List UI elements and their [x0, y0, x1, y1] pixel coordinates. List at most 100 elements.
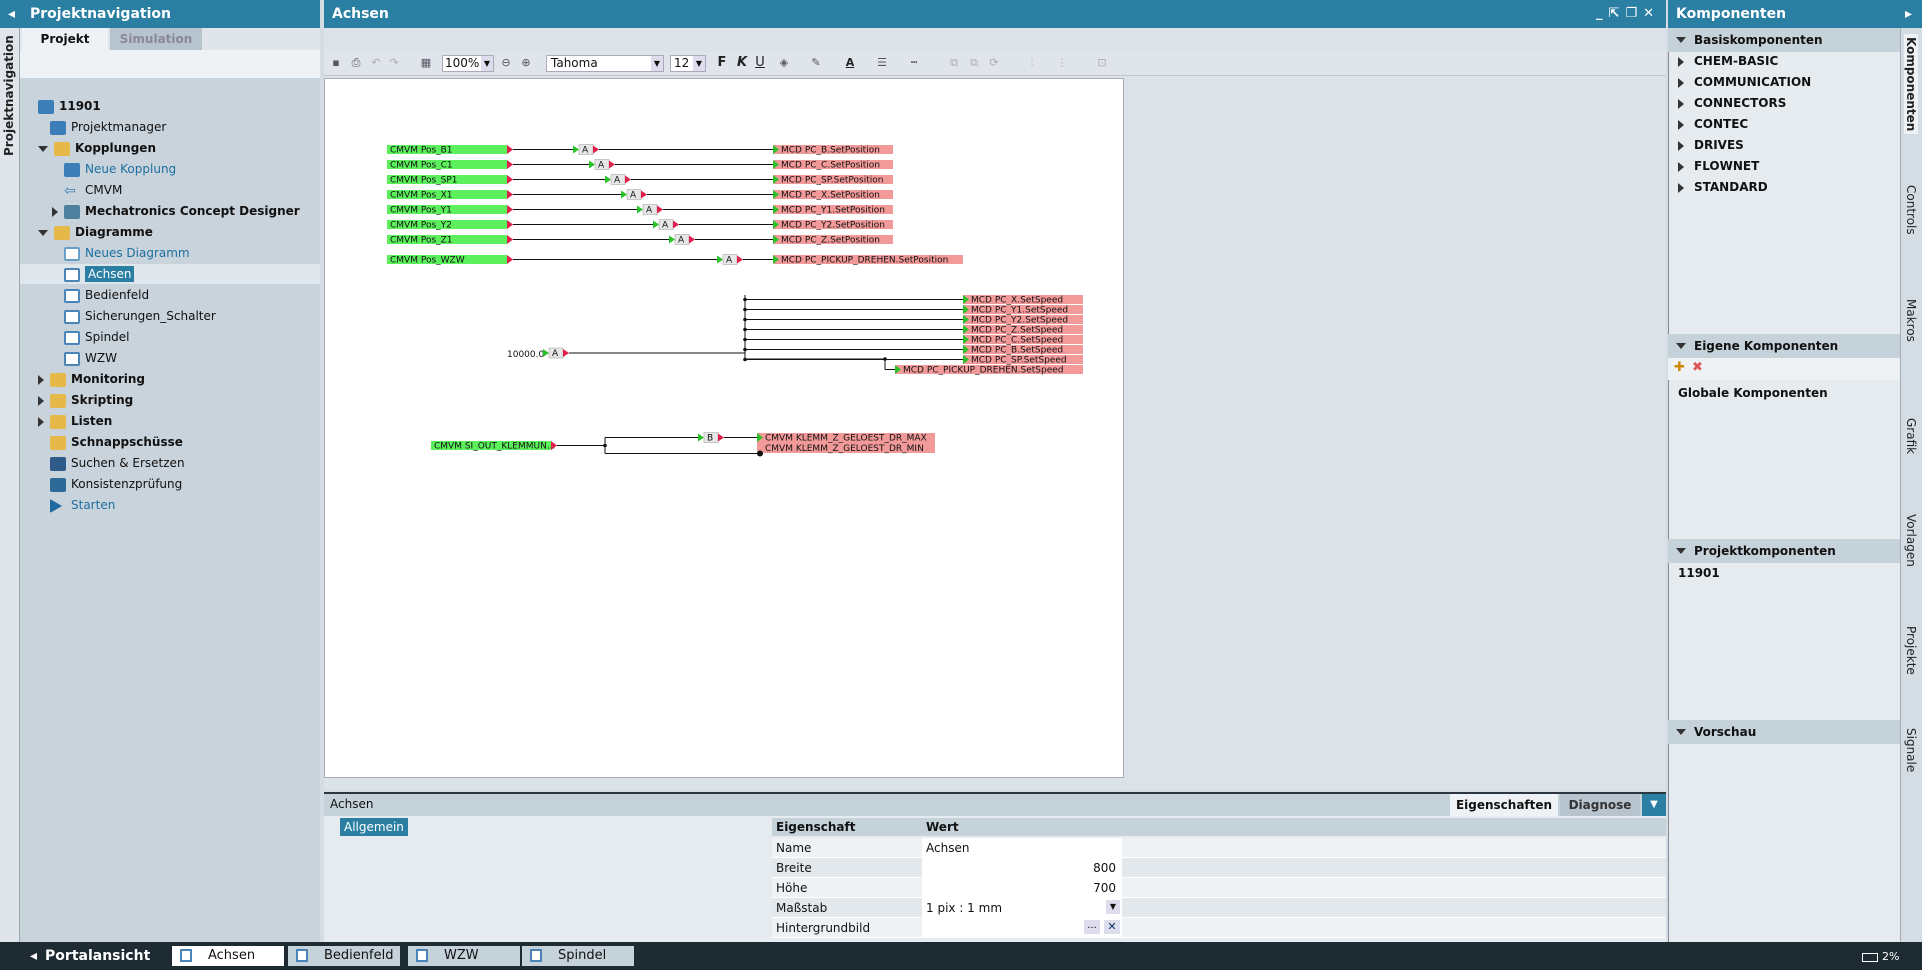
section-eigene-komponenten[interactable]: Eigene Komponenten — [1668, 334, 1900, 358]
tree-item[interactable]: Spindel — [20, 327, 320, 347]
font-dropdown-icon[interactable]: ▼ — [651, 56, 663, 71]
vtab-vorlagen[interactable]: Vorlagen — [1904, 490, 1918, 590]
collapsed-arrow-icon[interactable] — [38, 374, 44, 385]
vtab-grafik[interactable]: Grafik — [1904, 386, 1918, 486]
font-size-select[interactable]: 12 ▼ — [670, 55, 706, 72]
fill-color-icon[interactable]: ◈ — [776, 54, 792, 72]
collapse-right-icon[interactable]: ▸ — [1905, 0, 1912, 28]
taskbar-tab-spindel[interactable]: Spindel — [522, 946, 634, 966]
property-value-cell[interactable]: Achsen — [922, 838, 1122, 857]
vtab-signale[interactable]: Signale — [1904, 700, 1918, 800]
vtab-projekte[interactable]: Projekte — [1904, 600, 1918, 700]
tree-item[interactable]: WZW — [20, 348, 320, 368]
tree-item[interactable]: Bedienfeld — [20, 285, 320, 305]
bold-button[interactable]: F — [714, 54, 730, 72]
vtab-controls[interactable]: Controls — [1904, 160, 1918, 260]
tree-item[interactable]: Achsen — [20, 264, 320, 284]
portal-button[interactable]: ◂ Portalansicht — [30, 946, 150, 966]
zoom-dropdown-icon[interactable]: ▼ — [481, 56, 493, 71]
line-color-icon[interactable]: ✎ — [808, 54, 824, 72]
tab-projekt[interactable]: Projekt — [22, 28, 108, 50]
close-icon[interactable]: ✕ — [1643, 6, 1660, 21]
tree-item[interactable]: Mechatronics Concept Designer — [20, 201, 320, 221]
rotate-icon[interactable]: ⟳ — [986, 54, 1002, 72]
property-row[interactable]: Maßstab 1 pix : 1 mm ▼ — [772, 898, 1666, 918]
tree-item[interactable]: 11901 — [20, 96, 320, 116]
font-select[interactable]: Tahoma ▼ — [546, 55, 664, 72]
tree-item[interactable]: Kopplungen — [20, 138, 320, 158]
add-component-icon[interactable]: ✚ — [1674, 360, 1685, 375]
allgemein-button[interactable]: Allgemein — [340, 818, 408, 836]
zoom-in-icon[interactable]: ⊕ — [518, 54, 534, 72]
expanded-arrow-icon[interactable] — [38, 229, 48, 236]
minimize-icon[interactable]: _ — [1596, 6, 1609, 21]
basis-component-item[interactable]: FLOWNET — [1678, 156, 1759, 176]
tree-item[interactable]: Monitoring — [20, 369, 320, 389]
projekt-item[interactable]: 11901 — [1678, 563, 1720, 583]
property-row[interactable]: Hintergrundbild... ✕ — [772, 918, 1666, 938]
tab-simulation[interactable]: Simulation — [110, 28, 202, 50]
section-basiskomponenten[interactable]: Basiskomponenten — [1668, 28, 1900, 52]
tree-item[interactable]: Starten — [20, 495, 320, 515]
group-icon[interactable]: ⧉ — [946, 54, 962, 72]
property-row[interactable]: Name Achsen — [772, 838, 1666, 858]
align-icon[interactable]: ⫶ — [1024, 54, 1040, 72]
section-projektkomponenten[interactable]: Projektkomponenten — [1668, 539, 1900, 563]
tree-item[interactable]: Schnappschüsse — [20, 432, 320, 452]
taskbar-tab-bedienfeld[interactable]: Bedienfeld — [288, 946, 400, 966]
basis-component-item[interactable]: COMMUNICATION — [1678, 72, 1811, 92]
collapsed-arrow-icon[interactable] — [38, 395, 44, 406]
grid-icon[interactable]: ▦ — [418, 54, 434, 72]
tree-item[interactable]: Projektmanager — [20, 117, 320, 137]
basis-component-item[interactable]: CONTEC — [1678, 114, 1748, 134]
browse-button[interactable]: ... — [1084, 920, 1100, 934]
tree-item[interactable]: Diagramme — [20, 222, 320, 242]
tree-item[interactable]: Konsistenzprüfung — [20, 474, 320, 494]
basis-component-item[interactable]: DRIVES — [1678, 135, 1744, 155]
vtab-makros[interactable]: Makros — [1904, 270, 1918, 370]
property-value-cell[interactable]: 700 — [922, 878, 1122, 897]
italic-button[interactable]: K — [734, 54, 750, 72]
clear-icon[interactable]: ✕ — [1104, 920, 1120, 934]
tree-item[interactable]: Listen — [20, 411, 320, 431]
tab-eigenschaften[interactable]: Eigenschaften — [1450, 794, 1558, 816]
tree-item[interactable]: Skripting — [20, 390, 320, 410]
font-size-dropdown-icon[interactable]: ▼ — [693, 56, 705, 71]
line-width-icon[interactable]: ☰ — [874, 54, 890, 72]
undo-icon[interactable]: ↶ — [368, 54, 384, 72]
basis-component-item[interactable]: CONNECTORS — [1678, 93, 1786, 113]
collapse-left-icon[interactable]: ◂ — [8, 0, 15, 28]
tab-diagnose[interactable]: Diagnose — [1560, 794, 1640, 816]
taskbar-tab-achsen[interactable]: Achsen — [172, 946, 284, 966]
restore-icon[interactable]: ❐ — [1625, 6, 1643, 21]
tree-item[interactable]: ⇦ CMVM — [20, 180, 320, 200]
collapse-properties-icon[interactable]: ▼ — [1642, 794, 1666, 816]
expanded-arrow-icon[interactable] — [38, 145, 48, 152]
underline-button[interactable]: U — [752, 54, 768, 72]
text-color-button[interactable]: A — [842, 54, 858, 72]
basis-component-item[interactable]: STANDARD — [1678, 177, 1768, 197]
fit-icon[interactable]: ⊡ — [1094, 54, 1110, 72]
taskbar-tab-wzw[interactable]: WZW — [408, 946, 520, 966]
vtab-projektnavigation[interactable]: Projektnavigation — [2, 35, 16, 156]
property-value-cell[interactable]: ... ✕ — [922, 918, 1122, 937]
diagram-canvas[interactable]: CMVM Pos_B1 A MCD PC_B.SetPosition CMVM Pos… — [324, 78, 1124, 778]
popout-icon[interactable]: ⇱ — [1609, 6, 1626, 21]
property-value-cell[interactable]: 1 pix : 1 mm ▼ — [922, 898, 1122, 917]
tree-item[interactable]: Neues Diagramm — [20, 243, 320, 263]
section-vorschau[interactable]: Vorschau — [1668, 720, 1900, 744]
line-style-icon[interactable]: ┅ — [906, 54, 922, 72]
collapsed-arrow-icon[interactable] — [38, 416, 44, 427]
property-dropdown-icon[interactable]: ▼ — [1106, 900, 1120, 914]
print-icon[interactable]: ⎙ — [348, 54, 364, 72]
property-row[interactable]: Breite 800 — [772, 858, 1666, 878]
ungroup-icon[interactable]: ⧉ — [966, 54, 982, 72]
redo-icon[interactable]: ↷ — [386, 54, 402, 72]
vtab-komponenten[interactable]: Komponenten — [1904, 34, 1918, 134]
basis-component-item[interactable]: CHEM-BASIC — [1678, 51, 1778, 71]
collapsed-arrow-icon[interactable] — [52, 206, 58, 217]
eigene-item[interactable]: Globale Komponenten — [1678, 383, 1828, 403]
distribute-icon[interactable]: ⋮ — [1054, 54, 1070, 72]
save-icon[interactable]: ▪ — [328, 54, 344, 72]
tree-item[interactable]: Sicherungen_Schalter — [20, 306, 320, 326]
